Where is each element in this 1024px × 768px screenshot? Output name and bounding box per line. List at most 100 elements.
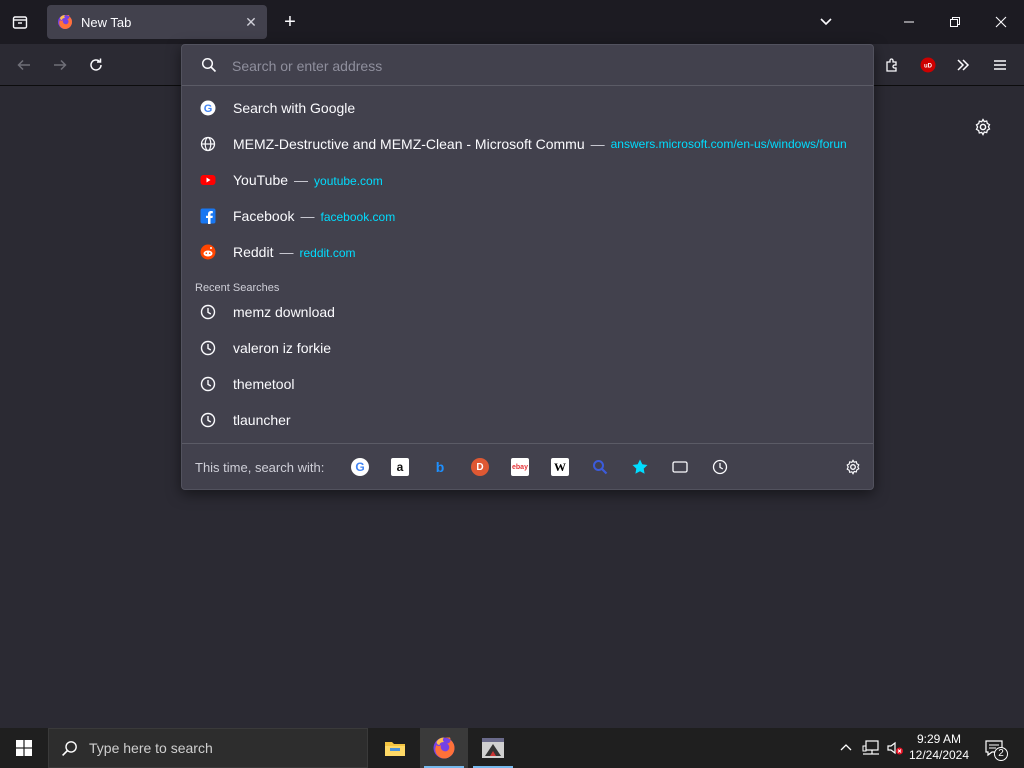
close-tab-icon[interactable]: ✕ (243, 14, 259, 30)
taskbar-search-box[interactable]: Type here to search (48, 728, 368, 768)
suggestion-reddit[interactable]: Reddit — reddit.com (190, 234, 867, 270)
network-icon (862, 740, 879, 755)
suggestion-title: Reddit (233, 244, 274, 260)
extensions-button[interactable] (880, 53, 904, 77)
new-tab-button[interactable]: + (278, 10, 302, 34)
close-window-button[interactable] (988, 10, 1014, 34)
separator-dash: — (294, 172, 309, 188)
ublock-origin-icon: uD (920, 57, 936, 73)
reddit-icon (200, 244, 216, 260)
action-center-button[interactable]: 2 (980, 736, 1008, 761)
wikipedia-engine-icon[interactable]: W (551, 458, 569, 476)
back-button[interactable] (12, 53, 36, 77)
recent-search-item[interactable]: tlauncher (190, 402, 867, 438)
volume-button[interactable] (884, 738, 906, 758)
newtab-settings-button[interactable] (970, 114, 996, 140)
suggestion-youtube[interactable]: YouTube — youtube.com (190, 162, 867, 198)
firefox-view-icon (12, 16, 28, 29)
network-button[interactable] (860, 738, 882, 758)
close-icon (995, 16, 1007, 28)
suggestion-title: Search with Google (233, 100, 356, 116)
double-chevron-icon (957, 59, 970, 71)
puzzle-icon (886, 58, 897, 72)
globe-icon (200, 136, 216, 152)
reload-button[interactable] (84, 53, 108, 77)
ebay-engine-icon[interactable]: ebay (511, 458, 529, 476)
suggestion-url: answers.microsoft.com/en-us/windows/foru… (610, 137, 847, 151)
urlbar-popup: G Search with Google MEMZ-Destructive an… (181, 44, 874, 490)
svg-text:G: G (204, 103, 213, 115)
overflow-button[interactable] (951, 53, 975, 77)
tab-new-tab[interactable]: New Tab ✕ (47, 5, 267, 39)
recent-search-text: memz download (233, 304, 335, 320)
file-explorer-button[interactable] (371, 728, 419, 768)
one-off-label: This time, search with: (195, 460, 325, 475)
restore-button[interactable] (942, 10, 968, 34)
show-hidden-icons-button[interactable] (836, 738, 856, 758)
recent-search-item[interactable]: themetool (190, 366, 867, 402)
back-arrow-icon (17, 59, 30, 71)
separator-dash: — (590, 136, 605, 152)
clock-icon (200, 304, 216, 320)
ublock-button[interactable]: uD (916, 53, 940, 77)
search-icon (201, 57, 217, 73)
notification-count-badge: 2 (994, 747, 1008, 761)
folder-icon (385, 742, 405, 756)
suggestion-url: facebook.com (320, 210, 396, 224)
restore-icon (950, 17, 960, 27)
amazon-engine-icon[interactable]: a (391, 458, 409, 476)
system-clock[interactable]: 9:29 AM 12/24/2024 (905, 731, 973, 763)
recent-search-item[interactable]: memz download (190, 294, 867, 330)
recent-search-text: themetool (233, 376, 295, 392)
reload-icon (90, 58, 102, 71)
separator-dash: — (300, 208, 315, 224)
separator-dash: — (279, 244, 294, 260)
suggestion-title: YouTube (233, 172, 289, 188)
minimize-icon (904, 21, 914, 23)
volume-muted-icon (887, 741, 903, 755)
tab-title: New Tab (81, 14, 132, 30)
firefox-taskbar-button[interactable] (420, 728, 468, 768)
search-icon (61, 740, 78, 762)
gear-icon (975, 118, 991, 136)
chevron-up-icon (840, 744, 852, 751)
hamburger-menu-icon (994, 60, 1006, 70)
suggestion-title: MEMZ-Destructive and MEMZ-Clean - Micros… (233, 136, 585, 152)
urlbar (182, 45, 873, 86)
clock-time: 9:29 AM (916, 732, 962, 746)
windows-logo-icon (16, 740, 32, 756)
suggestion-facebook[interactable]: Facebook — facebook.com (190, 198, 867, 234)
firefox-view-button[interactable] (8, 11, 32, 33)
google-engine-icon[interactable]: G (351, 458, 369, 476)
forward-button[interactable] (48, 53, 72, 77)
bookmarks-star-icon[interactable] (631, 458, 649, 476)
suggestion-history-memz[interactable]: MEMZ-Destructive and MEMZ-Clean - Micros… (190, 126, 867, 162)
firefox-logo-icon (433, 737, 455, 759)
app-menu-button[interactable] (988, 53, 1012, 77)
bing-engine-icon[interactable]: b (431, 458, 449, 476)
recent-search-item[interactable]: valeron iz forkie (190, 330, 867, 366)
search-settings-gear-icon[interactable] (844, 458, 862, 476)
facebook-icon (200, 208, 216, 224)
duckduckgo-engine-icon[interactable]: D (471, 458, 489, 476)
clock-date: 12/24/2024 (908, 748, 970, 762)
title-bar: New Tab ✕ + (0, 0, 1024, 44)
theme-tool-taskbar-button[interactable] (469, 728, 517, 768)
address-input[interactable] (232, 55, 832, 77)
suggestion-url: youtube.com (314, 174, 383, 188)
search-engine-magnifier-icon[interactable] (591, 458, 609, 476)
clock-icon (200, 376, 216, 392)
clock-icon (200, 412, 216, 428)
history-clock-icon[interactable] (711, 458, 729, 476)
minimize-button[interactable] (896, 10, 922, 34)
tabs-icon[interactable] (671, 458, 689, 476)
windows-taskbar: Type here to search 9:29 AM 12/24/2024 2 (0, 728, 1024, 768)
suggestion-title: Facebook (233, 208, 295, 224)
start-button[interactable] (0, 728, 48, 768)
svg-text:uD: uD (924, 64, 933, 70)
suggestion-url: reddit.com (299, 246, 356, 260)
recent-search-text: tlauncher (233, 412, 291, 428)
list-tabs-chevron-icon[interactable] (814, 10, 838, 34)
taskbar-search-placeholder: Type here to search (89, 740, 213, 756)
suggestion-search-google[interactable]: G Search with Google (190, 90, 867, 126)
